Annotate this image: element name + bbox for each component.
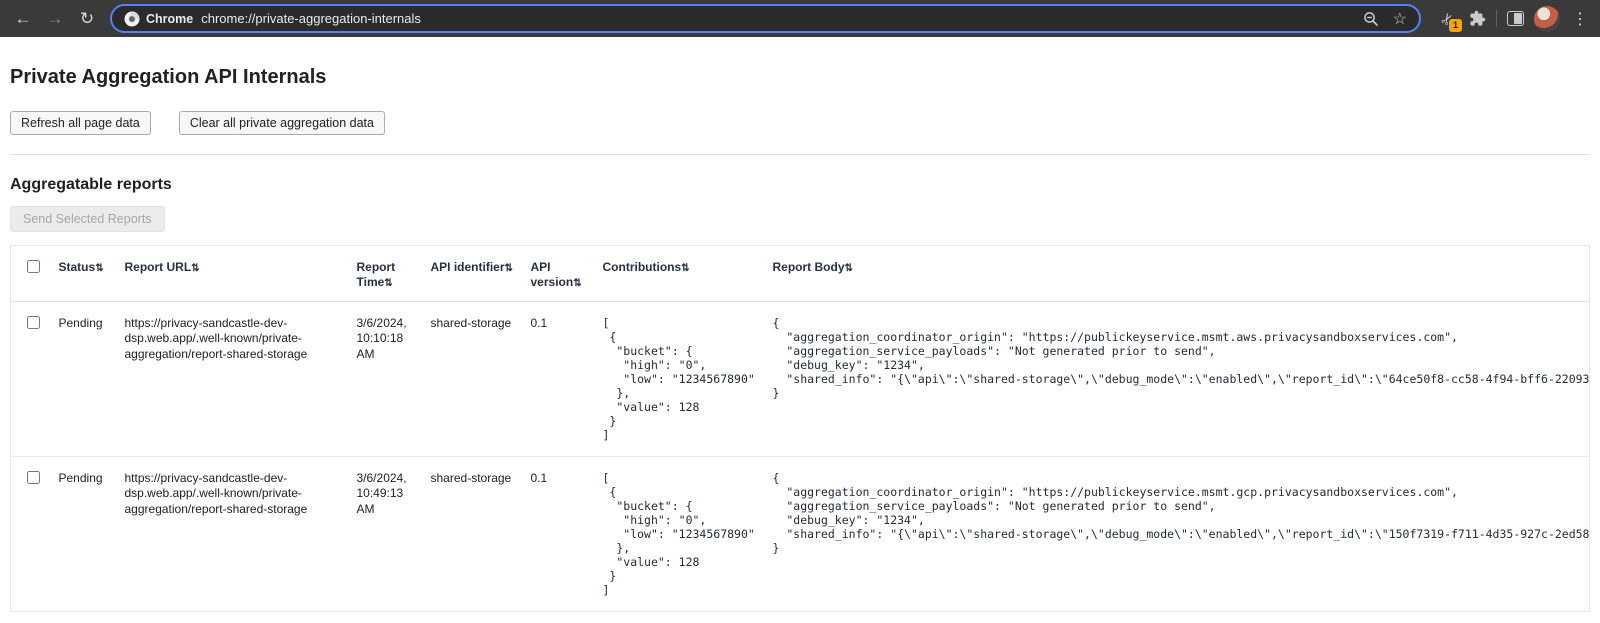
report-body-cell: { "aggregation_coordinator_origin": "htt… <box>773 456 1590 611</box>
table-row: Pending https://privacy-sandcastle-dev-d… <box>11 456 1590 611</box>
sort-icon: ⇅ <box>681 263 689 274</box>
sort-icon: ⇅ <box>95 263 103 274</box>
divider <box>10 154 1590 155</box>
toolbar-separator <box>1496 10 1497 27</box>
chrome-chip: Chrome <box>124 11 193 27</box>
url-text[interactable]: chrome://private-aggregation-internals <box>201 11 1354 26</box>
scissors-extension-icon[interactable]: ✂ 1 <box>1435 6 1459 32</box>
bookmark-star-icon[interactable]: ☆ <box>1393 9 1407 29</box>
reload-icon[interactable]: ↻ <box>74 6 100 32</box>
extension-badge: 1 <box>1449 19 1462 32</box>
header-report-body[interactable]: Report Body⇅ <box>773 246 1590 302</box>
sort-icon: ⇅ <box>573 278 581 289</box>
menu-kebab-icon[interactable]: ⋮ <box>1570 9 1590 29</box>
back-icon[interactable]: ← <box>10 6 36 32</box>
page-content: Private Aggregation API Internals Refres… <box>0 66 1600 612</box>
address-bar[interactable]: Chrome chrome://private-aggregation-inte… <box>110 4 1421 33</box>
profile-avatar[interactable] <box>1534 6 1560 32</box>
sort-icon: ⇅ <box>505 263 513 274</box>
header-status[interactable]: Status⇅ <box>59 246 125 302</box>
header-api-identifier[interactable]: API identifier⇅ <box>431 246 531 302</box>
status-cell: Pending <box>59 456 125 611</box>
section-title: Aggregatable reports <box>10 176 1590 194</box>
browser-toolbar: ← → ↻ Chrome chrome://private-aggregatio… <box>0 0 1600 37</box>
side-panel-icon[interactable] <box>1507 11 1524 26</box>
report-time-cell: 3/6/2024, 10:49:13 AM <box>357 456 431 611</box>
api-version-cell: 0.1 <box>531 301 603 456</box>
row-checkbox[interactable] <box>27 471 40 484</box>
send-selected-reports-button[interactable]: Send Selected Reports <box>10 206 165 232</box>
header-report-time[interactable]: Report Time⇅ <box>357 246 431 302</box>
report-body-json: { "aggregation_coordinator_origin": "htt… <box>773 316 1590 400</box>
extensions-puzzle-icon[interactable] <box>1469 10 1486 27</box>
contributions-json: [ { "bucket": { "high": "0", "low": "123… <box>603 471 765 597</box>
report-body-cell: { "aggregation_coordinator_origin": "htt… <box>773 301 1590 456</box>
table-row: Pending https://privacy-sandcastle-dev-d… <box>11 301 1590 456</box>
header-api-version[interactable]: API version⇅ <box>531 246 603 302</box>
contributions-cell: [ { "bucket": { "high": "0", "low": "123… <box>603 301 773 456</box>
row-checkbox[interactable] <box>27 316 40 329</box>
report-url-cell: https://privacy-sandcastle-dev-dsp.web.a… <box>125 456 357 611</box>
header-report-url[interactable]: Report URL⇅ <box>125 246 357 302</box>
refresh-all-button[interactable]: Refresh all page data <box>10 111 151 135</box>
chrome-chip-label: Chrome <box>146 12 193 26</box>
sort-icon: ⇅ <box>845 263 853 274</box>
api-identifier-cell: shared-storage <box>431 456 531 611</box>
table-header-row: Status⇅ Report URL⇅ Report Time⇅ API ide… <box>11 246 1590 302</box>
chrome-logo-icon <box>124 11 140 27</box>
aggregatable-reports-table: Status⇅ Report URL⇅ Report Time⇅ API ide… <box>10 245 1590 612</box>
clear-all-button[interactable]: Clear all private aggregation data <box>179 111 385 135</box>
select-all-checkbox[interactable] <box>27 260 40 273</box>
header-contributions[interactable]: Contributions⇅ <box>603 246 773 302</box>
sort-icon: ⇅ <box>191 263 199 274</box>
api-version-cell: 0.1 <box>531 456 603 611</box>
report-url-cell: https://privacy-sandcastle-dev-dsp.web.a… <box>125 301 357 456</box>
page-title: Private Aggregation API Internals <box>10 66 1590 89</box>
sort-icon: ⇅ <box>384 278 392 289</box>
api-identifier-cell: shared-storage <box>431 301 531 456</box>
forward-icon[interactable]: → <box>42 6 68 32</box>
contributions-json: [ { "bucket": { "high": "0", "low": "123… <box>603 316 765 442</box>
status-cell: Pending <box>59 301 125 456</box>
zoom-icon[interactable] <box>1363 11 1379 27</box>
report-body-json: { "aggregation_coordinator_origin": "htt… <box>773 471 1590 555</box>
contributions-cell: [ { "bucket": { "high": "0", "low": "123… <box>603 456 773 611</box>
report-time-cell: 3/6/2024, 10:10:18 AM <box>357 301 431 456</box>
